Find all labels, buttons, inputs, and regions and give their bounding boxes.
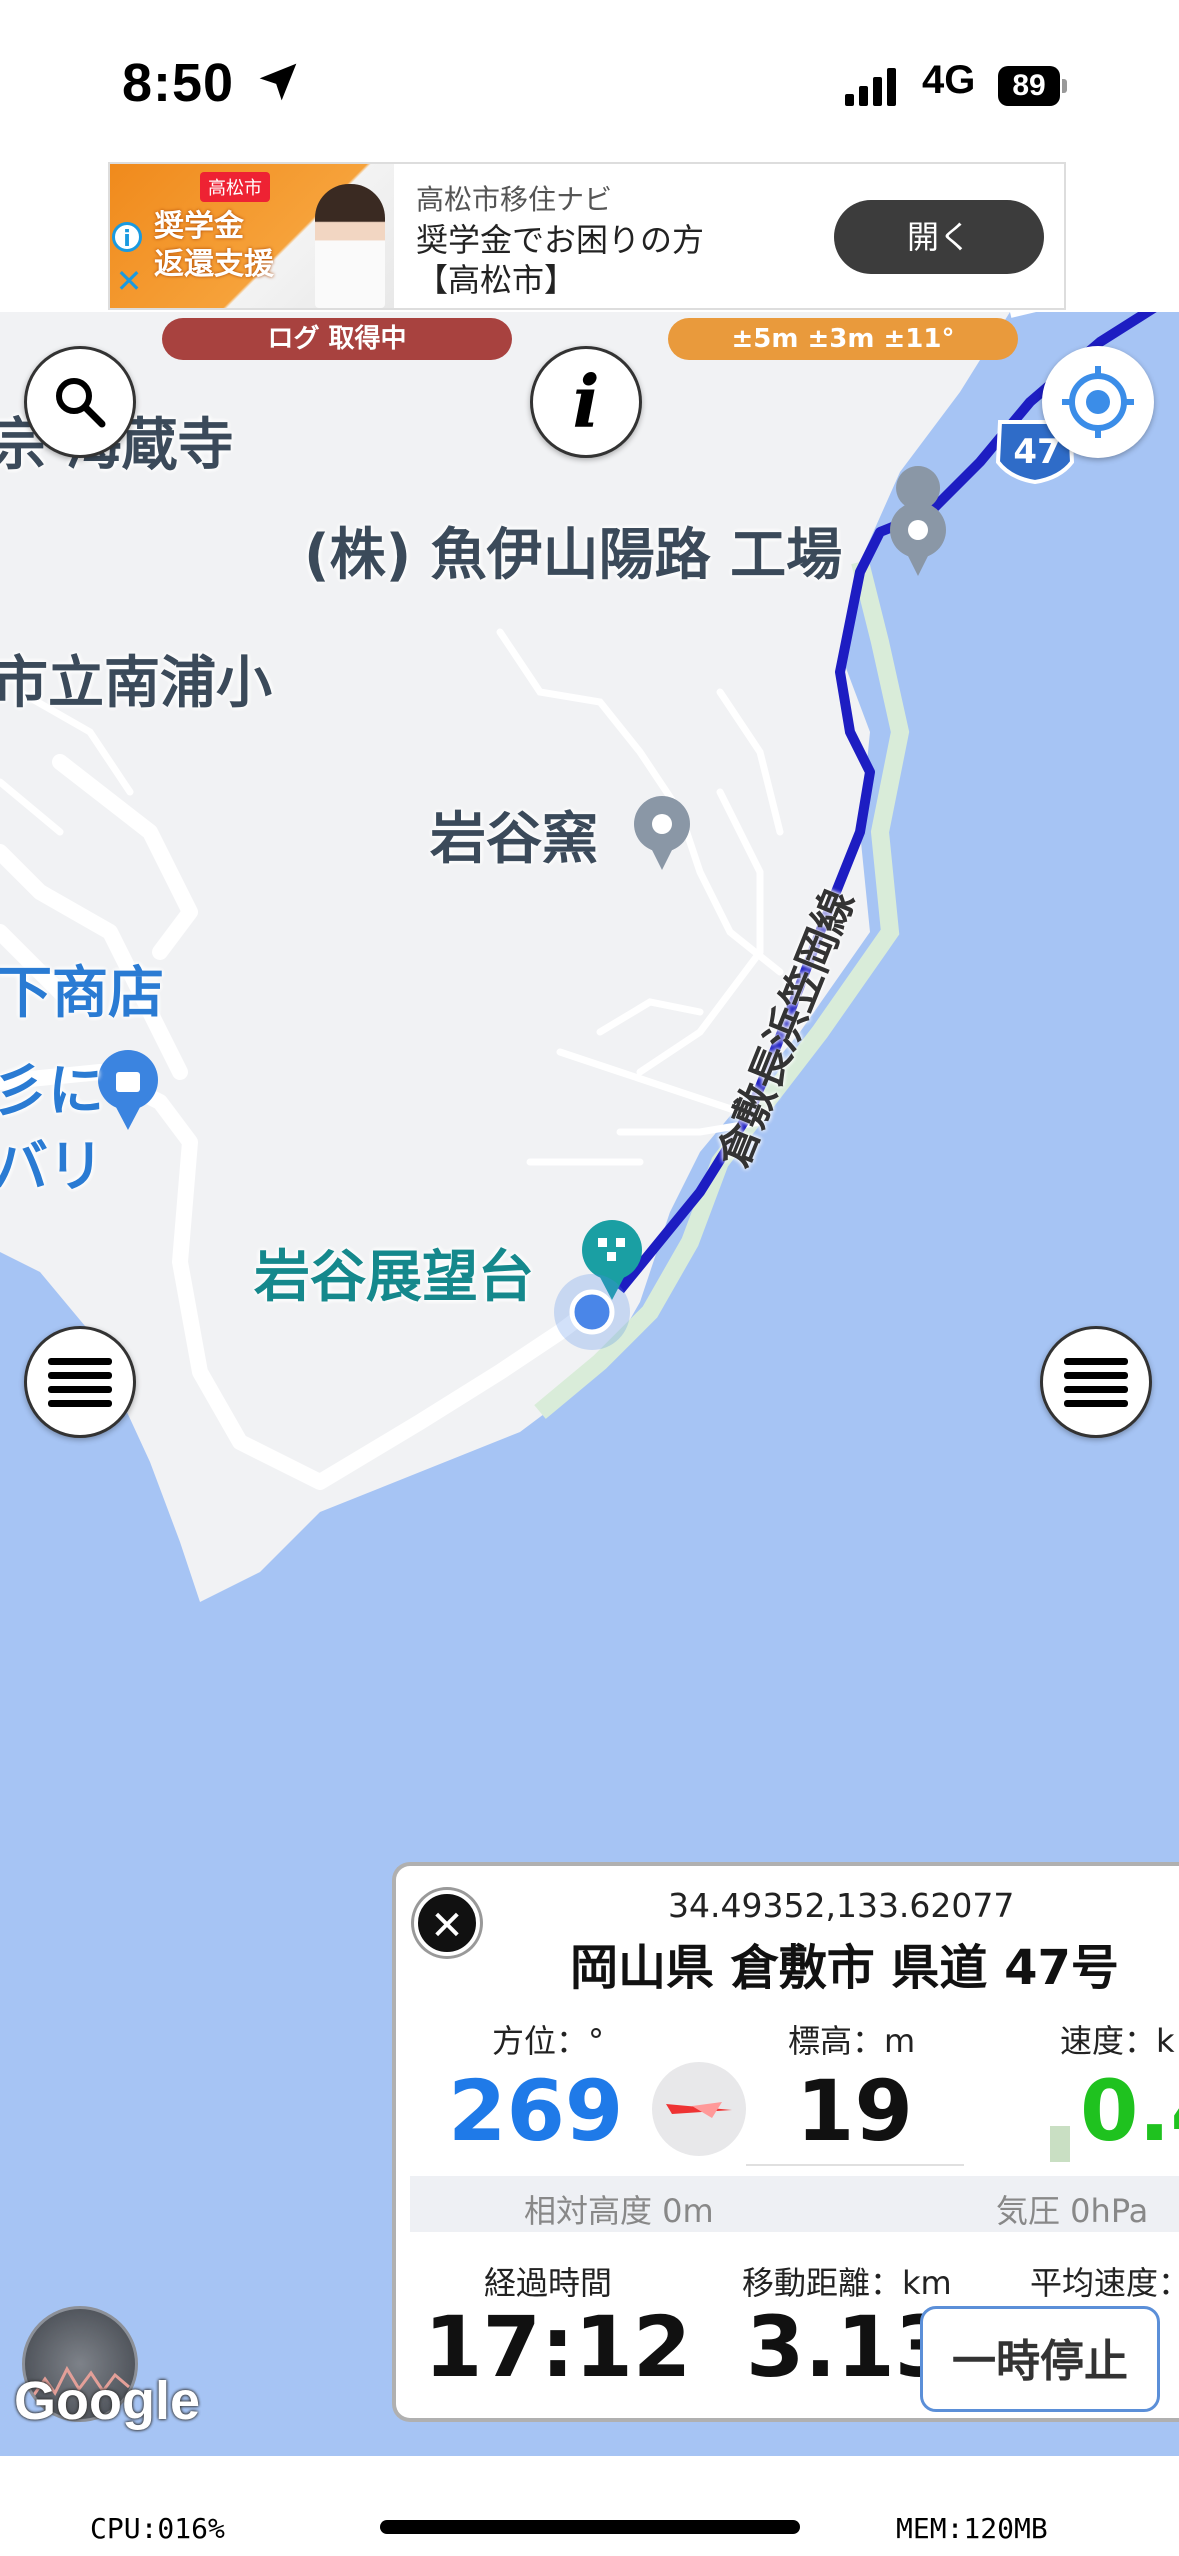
hamburger-icon	[48, 1358, 112, 1407]
speed-bar	[1050, 2126, 1070, 2162]
poi-label[interactable]: 岩谷窯	[430, 794, 598, 875]
ad-image-text: 奨学金 返還支援	[154, 208, 274, 284]
tracking-info-panel: ✕ 34.49352,133.62077 岡山県 倉敷市 県道 47号 方位：°…	[392, 1862, 1179, 2422]
memory-usage: MEM:120MB	[896, 2512, 1048, 2545]
elapsed-value: 17:12	[424, 2298, 692, 2396]
bearing-label: 方位：°	[492, 2022, 605, 2060]
battery-icon: 89	[998, 66, 1068, 106]
search-icon	[56, 378, 106, 428]
poi-label[interactable]: (株) 魚伊山陽路 工場	[304, 510, 842, 591]
coordinates: 34.49352,133.62077	[668, 1886, 1015, 1925]
ad-sponsor: 高松市移住ナビ	[416, 183, 613, 216]
crosshair-icon	[1062, 366, 1134, 438]
current-location-dot	[569, 1289, 615, 1335]
ad-close-icon[interactable]: ✕	[114, 265, 144, 297]
right-menu-button[interactable]	[1040, 1326, 1152, 1438]
poi-label[interactable]: 岩谷展望台	[254, 1232, 534, 1313]
ad-image-text-line2: 返還支援	[154, 247, 274, 282]
ad-person-image	[315, 184, 385, 308]
pause-button[interactable]: 一時停止	[920, 2306, 1160, 2412]
ad-image-badge: 高松市	[200, 172, 270, 202]
address: 岡山県 倉敷市 県道 47号	[570, 1940, 1119, 1996]
pressure: 気圧 0hPa	[996, 2192, 1149, 2230]
ad-image-text-line1: 奨学金	[154, 209, 244, 244]
ad-headline-line2: 【高松市】	[416, 261, 577, 299]
status-time: 8:50	[122, 53, 235, 113]
battery-level: 89	[1012, 69, 1046, 102]
ad-headline: 奨学金でお困りの方 【高松市】	[416, 220, 704, 300]
close-panel-icon[interactable]: ✕	[414, 1890, 480, 1956]
poi-label[interactable]: 彡に	[0, 1046, 104, 1127]
compass-icon	[652, 2062, 746, 2156]
accuracy-pill: ±5m ±3m ±11°	[668, 318, 1018, 360]
location-arrow-icon	[259, 63, 297, 101]
search-button[interactable]	[24, 346, 136, 458]
network-type: 4G	[922, 58, 976, 102]
google-attribution: Google	[14, 2371, 200, 2431]
poi-pin-icon	[890, 466, 946, 576]
cpu-usage: CPU:016%	[90, 2512, 225, 2545]
speed-value: 0.4	[1080, 2062, 1179, 2160]
ad-info-icon[interactable]: i	[112, 222, 142, 252]
ad-headline-line1: 奨学金でお困りの方	[416, 221, 705, 259]
left-menu-button[interactable]	[24, 1326, 136, 1438]
info-button[interactable]: i	[530, 346, 642, 458]
ad-open-button[interactable]: 開く	[834, 200, 1044, 274]
speed-label: 速度：k	[1060, 2022, 1175, 2060]
poi-label[interactable]: 下商店	[0, 948, 164, 1029]
log-status-pill: ログ 取得中	[162, 318, 512, 360]
poi-label[interactable]: 市立南浦小	[0, 638, 272, 719]
land-area	[0, 312, 1179, 1602]
ad-image[interactable]: 高松市 奨学金 返還支援	[110, 164, 394, 308]
poi-label[interactable]: バリ	[0, 1122, 104, 1203]
bearing-value: 269	[448, 2062, 624, 2160]
avg-speed-label: 平均速度：	[1030, 2264, 1179, 2302]
info-icon: i	[572, 359, 600, 444]
altitude-label: 標高：m	[788, 2022, 916, 2060]
relative-altitude: 相対高度 0m	[524, 2192, 714, 2230]
home-indicator[interactable]	[380, 2520, 800, 2534]
locate-button[interactable]	[1042, 346, 1154, 458]
divider	[746, 2164, 964, 2166]
hamburger-icon	[1064, 1358, 1128, 1407]
cellular-signal-icon	[845, 68, 896, 106]
altitude-value: 19	[796, 2062, 913, 2160]
